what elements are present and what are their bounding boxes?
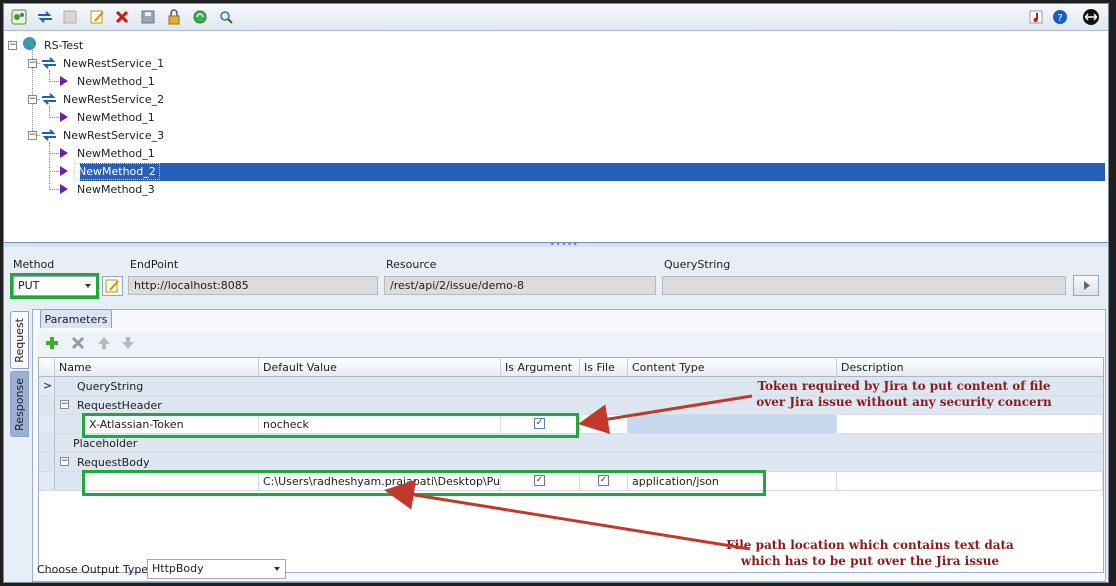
- header-indicator: [39, 358, 55, 377]
- root-collapse-toggle[interactable]: −: [8, 41, 17, 50]
- output-type-label: Choose Output Type: [37, 563, 149, 576]
- add-parameter-button[interactable]: [44, 335, 60, 354]
- request-panel: Method EndPoint Resource QueryString PUT…: [4, 247, 1108, 582]
- arrow-up-icon: [98, 337, 110, 349]
- row-indicator: [39, 396, 55, 414]
- save-icon[interactable]: [139, 8, 157, 26]
- querystring-field[interactable]: [662, 276, 1066, 295]
- cell-content-type[interactable]: [628, 415, 837, 433]
- service-icon: [41, 92, 57, 106]
- edit-method-button[interactable]: [102, 276, 123, 296]
- play-icon: [1084, 281, 1090, 290]
- group-collapse-toggle[interactable]: −: [60, 400, 69, 409]
- move-up-button[interactable]: [96, 335, 112, 354]
- move-down-button[interactable]: [120, 335, 136, 354]
- close-icon: [71, 336, 85, 350]
- service-icon: [41, 56, 57, 70]
- main-toolbar: ?: [4, 4, 1108, 31]
- row-indicator: [39, 434, 55, 452]
- body-row-highlight: [82, 470, 766, 496]
- service-2-collapse-toggle[interactable]: −: [28, 95, 37, 104]
- method-play-icon: [60, 184, 68, 194]
- swap-icon[interactable]: [1082, 8, 1100, 26]
- row-indicator: [39, 415, 55, 433]
- service-tree: − RS-Test − NewRestService_1 NewMethod_1…: [4, 32, 1108, 242]
- column-header-is-file[interactable]: Is File: [580, 358, 628, 377]
- column-header-name[interactable]: Name: [55, 358, 259, 377]
- method-label: Method: [13, 258, 55, 271]
- token-row-highlight: [82, 413, 579, 438]
- method-highlight: [10, 273, 99, 299]
- cell-is-file[interactable]: [580, 415, 628, 433]
- endpoint-field[interactable]: http://localhost:8085: [128, 276, 378, 295]
- service-1-collapse-toggle[interactable]: −: [28, 59, 37, 68]
- service-3-collapse-toggle[interactable]: −: [28, 131, 37, 140]
- group-collapse-toggle[interactable]: −: [60, 457, 69, 466]
- music-note-icon[interactable]: [1027, 8, 1045, 26]
- chevron-down-icon: [274, 567, 280, 571]
- tree-service-2[interactable]: NewRestService_2: [41, 90, 167, 108]
- edit-icon: [105, 279, 119, 293]
- tab-parameters[interactable]: Parameters: [40, 309, 112, 328]
- tree-method-3-3[interactable]: NewMethod_3: [60, 180, 158, 198]
- querystring-label: QueryString: [664, 258, 731, 271]
- service-icon: [41, 128, 57, 142]
- svg-text:?: ?: [1057, 13, 1062, 24]
- tree-method-3-2[interactable]: NewMethod_2: [60, 162, 160, 180]
- delete-icon[interactable]: [113, 8, 131, 26]
- column-header-content-type[interactable]: Content Type: [628, 358, 837, 377]
- row-indicator: [39, 453, 55, 471]
- resource-label: Resource: [386, 258, 437, 271]
- tree-service-3[interactable]: NewRestService_3: [41, 126, 167, 144]
- tree-method-1-1[interactable]: NewMethod_1: [60, 72, 158, 90]
- column-header-description[interactable]: Description: [837, 358, 1103, 377]
- disabled-icon[interactable]: [61, 8, 79, 26]
- app-window: ? − RS-Test − NewRestService_1 NewMethod…: [3, 3, 1109, 583]
- method-play-icon: [60, 112, 68, 122]
- search-icon[interactable]: [217, 8, 235, 26]
- globe-icon: [22, 36, 37, 54]
- tree-method-2-1[interactable]: NewMethod_1: [60, 108, 158, 126]
- parameters-toolbar: [38, 331, 1104, 357]
- method-play-icon: [60, 148, 68, 158]
- column-header-is-argument[interactable]: Is Argument: [501, 358, 580, 377]
- row-indicator: [39, 472, 55, 490]
- cell-description[interactable]: [837, 415, 1103, 433]
- tab-request[interactable]: Request: [10, 311, 29, 369]
- method-play-icon: [60, 166, 68, 176]
- endpoint-label: EndPoint: [130, 258, 179, 271]
- service-config-icon[interactable]: [10, 8, 28, 26]
- tree-root[interactable]: RS-Test: [22, 36, 86, 54]
- sync-icon[interactable]: [191, 8, 209, 26]
- tree-method-3-1[interactable]: NewMethod_1: [60, 144, 158, 162]
- refresh-icon[interactable]: [36, 8, 54, 26]
- method-play-icon: [60, 76, 68, 86]
- lock-icon[interactable]: [165, 8, 183, 26]
- resource-field[interactable]: /rest/api/2/issue/demo-8: [384, 276, 656, 295]
- row-indicator: >: [39, 377, 55, 395]
- send-button[interactable]: [1073, 275, 1099, 296]
- annotation-filepath: File path location which contains text d…: [726, 538, 1014, 568]
- tree-service-1[interactable]: NewRestService_1: [41, 54, 167, 72]
- remove-parameter-button[interactable]: [70, 335, 86, 354]
- selected-row-highlight: [80, 163, 1105, 181]
- arrow-down-icon: [122, 337, 134, 349]
- cell-description[interactable]: [837, 472, 1103, 490]
- edit-icon[interactable]: [88, 8, 106, 26]
- output-type-select[interactable]: HttpBody: [147, 559, 286, 579]
- help-icon[interactable]: ?: [1051, 8, 1069, 26]
- column-header-default-value[interactable]: Default Value: [259, 358, 501, 377]
- tab-response[interactable]: Response: [10, 371, 29, 437]
- plus-icon: [46, 337, 58, 349]
- annotation-token: Token required by Jira to put content of…: [756, 379, 1052, 409]
